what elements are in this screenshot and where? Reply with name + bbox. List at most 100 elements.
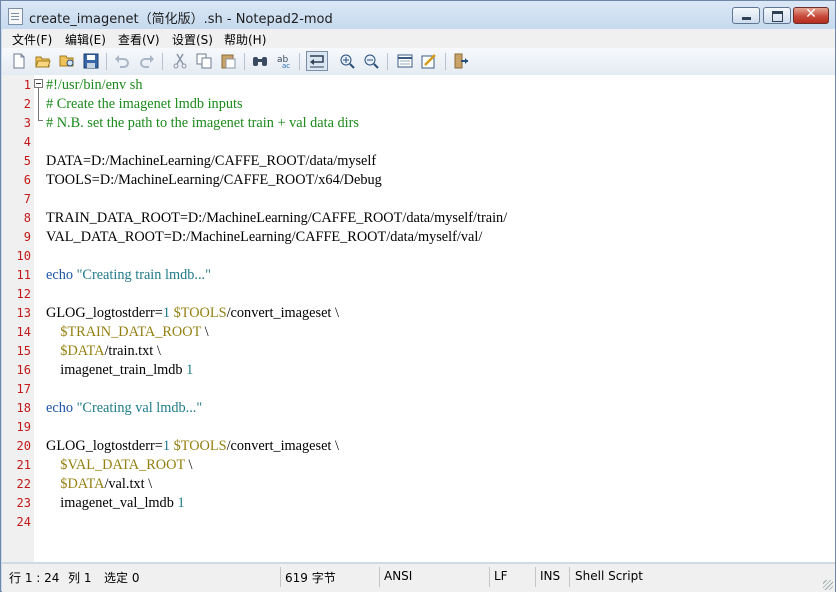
minimize-button[interactable] — [732, 7, 760, 24]
status-separator — [569, 567, 570, 587]
line-number-gutter: 1 2 3 4 5 6 7 8 9 10 11 12 13 14 15 16 17 18 19 20 21 22 23 24 — [2, 75, 34, 562]
code-line: $DATA/val.txt \ — [46, 476, 152, 493]
code-token: /val.txt \ — [104, 476, 153, 492]
code-token: /train.txt \ — [104, 343, 161, 359]
redo-icon[interactable] — [139, 53, 155, 69]
code-token: \ — [184, 457, 193, 473]
code-token: DATA=D:/MachineLearning/CAFFE_ROOT/data/… — [46, 153, 377, 169]
code-token-comment: #!/usr/bin/env sh — [46, 77, 143, 93]
line-number: 24 — [16, 515, 31, 529]
browse-icon[interactable] — [59, 53, 75, 69]
line-number: 16 — [16, 363, 31, 377]
code-line: echo "Creating train lmdb..." — [46, 267, 211, 284]
code-line: TRAIN_DATA_ROOT=D:/MachineLearning/CAFFE… — [46, 210, 507, 227]
fold-toggle[interactable] — [34, 79, 43, 88]
menu-file[interactable]: 文件(F) — [12, 31, 52, 48]
status-column: 列 1 — [68, 571, 92, 585]
line-number: 12 — [16, 287, 31, 301]
exit-icon[interactable] — [453, 53, 469, 69]
maximize-button[interactable] — [763, 7, 791, 24]
code-line: #!/usr/bin/env sh — [46, 77, 143, 94]
code-line: DATA=D:/MachineLearning/CAFFE_ROOT/data/… — [46, 153, 376, 170]
status-mode[interactable]: INS — [540, 569, 560, 583]
code-token: /convert_imageset \ — [226, 438, 339, 454]
code-line: TOOLS=D:/MachineLearning/CAFFE_ROOT/x64/… — [46, 172, 382, 189]
menu-help[interactable]: 帮助(H) — [224, 31, 266, 48]
code-token-str: "Creating val lmdb..." — [76, 400, 203, 416]
status-position: 行 1 : 24 — [9, 571, 60, 585]
menu-settings[interactable]: 设置(S) — [172, 31, 213, 48]
status-scheme[interactable]: Shell Script — [575, 569, 643, 583]
code-token-var: $TRAIN_DATA_ROOT — [60, 324, 202, 340]
zoom-in-icon[interactable] — [339, 53, 355, 69]
code-token-var: $VAL_DATA_ROOT — [60, 457, 185, 473]
find-icon[interactable] — [252, 53, 268, 69]
toolbar: ab ac — [2, 48, 835, 76]
line-number: 23 — [16, 496, 31, 510]
code-token-str: "Creating train lmdb..." — [76, 267, 211, 283]
view-icon[interactable] — [397, 53, 413, 69]
undo-icon[interactable] — [114, 53, 130, 69]
line-number: 2 — [23, 97, 31, 111]
code-editor[interactable]: 1 2 3 4 5 6 7 8 9 10 11 12 13 14 15 16 17 18 19 20 21 22 23 24 … — [2, 75, 835, 562]
code-line: # N.B. set the path to the imagenet trai… — [46, 115, 359, 132]
status-separator — [280, 567, 281, 587]
code-line: $DATA/train.txt \ — [46, 343, 161, 360]
title-bar[interactable]: create_imagenet（简化版）.sh - Notepad2-mod ✕ — [1, 1, 835, 29]
cut-icon[interactable] — [172, 53, 188, 69]
line-number: 9 — [23, 230, 31, 244]
code-token-var: $TOOLS — [173, 305, 227, 321]
open-folder-icon[interactable] — [35, 53, 51, 69]
line-number: 15 — [16, 344, 31, 358]
code-token-var: $TOOLS — [173, 438, 227, 454]
menu-view[interactable]: 查看(V) — [118, 31, 160, 48]
code-line: GLOG_logtostderr=1 $TOOLS/convert_images… — [46, 438, 339, 455]
copy-icon[interactable] — [196, 53, 212, 69]
status-bar: 行 1 : 24 列 1 选定 0 619 字节 ANSI LF INS She… — [2, 563, 835, 592]
save-icon[interactable] — [83, 53, 99, 69]
code-token-kw: echo — [46, 267, 73, 283]
line-number: 8 — [23, 211, 31, 225]
code-token-var: $DATA — [60, 343, 105, 359]
line-number: 6 — [23, 173, 31, 187]
code-token-kw: echo — [46, 400, 73, 416]
status-encoding[interactable]: ANSI — [384, 569, 412, 583]
zoom-out-icon[interactable] — [363, 53, 379, 69]
code-token: \ — [201, 324, 209, 340]
toolbar-separator — [162, 53, 163, 70]
code-token: GLOG_logtostderr= — [46, 305, 163, 321]
fold-end — [38, 120, 43, 121]
settings-icon[interactable] — [421, 53, 437, 69]
new-file-icon[interactable] — [11, 53, 27, 69]
code-token-comment: # Create the imagenet lmdb inputs — [46, 96, 243, 112]
replace-icon[interactable]: ab ac — [276, 53, 292, 70]
toolbar-separator — [244, 53, 245, 70]
resize-grip[interactable] — [823, 580, 833, 590]
line-number: 11 — [16, 268, 31, 282]
menu-edit[interactable]: 编辑(E) — [65, 31, 106, 48]
code-token: imagenet_val_lmdb — [46, 495, 178, 511]
code-token: imagenet_train_lmdb — [46, 362, 187, 378]
code-token-num: 1 — [162, 305, 171, 321]
close-icon: ✕ — [805, 6, 817, 22]
status-selection: 选定 0 — [104, 571, 140, 585]
menu-bar: 文件(F) 编辑(E) 查看(V) 设置(S) 帮助(H) — [2, 29, 835, 48]
line-number: 4 — [23, 135, 31, 149]
code-token-comment: # N.B. set the path to the imagenet trai… — [46, 115, 359, 131]
line-number: 10 — [16, 249, 31, 263]
status-line-ending[interactable]: LF — [494, 569, 508, 583]
code-token-num: 1 — [162, 438, 171, 454]
svg-text:ac: ac — [282, 62, 290, 69]
fold-line — [38, 88, 39, 121]
code-token: GLOG_logtostderr= — [46, 438, 163, 454]
line-number: 14 — [16, 325, 31, 339]
line-number: 7 — [23, 192, 31, 206]
paste-icon[interactable] — [220, 53, 236, 69]
close-button[interactable]: ✕ — [793, 6, 829, 24]
code-token: /convert_imageset \ — [226, 305, 339, 321]
line-number: 3 — [23, 116, 31, 130]
word-wrap-icon[interactable] — [306, 51, 328, 71]
